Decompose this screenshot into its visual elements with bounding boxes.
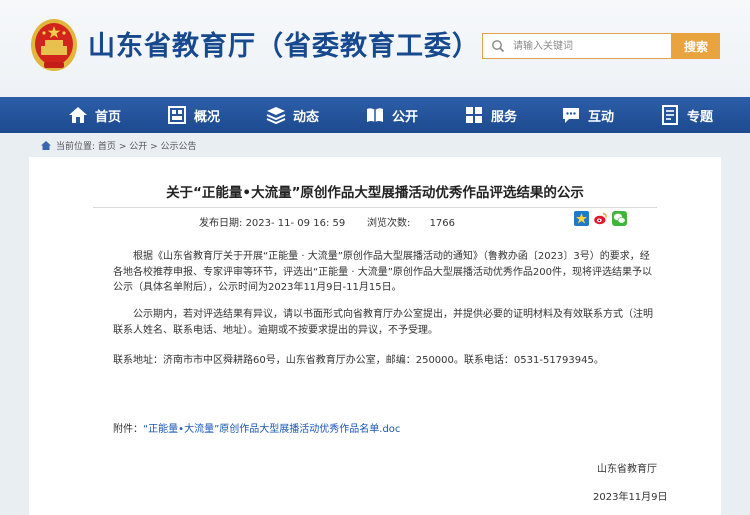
breadcrumb-prefix: 当前位置: (56, 142, 96, 152)
weibo-icon[interactable] (593, 211, 608, 226)
site-title: 山东省教育厅（省委教育工委） (88, 31, 480, 62)
article-paragraph-2: 公示期内，若对评选结果有异议，请以书面形式向省教育厅办公室提出，并提供必要的证明… (113, 309, 653, 336)
nav-item-public[interactable]: 公开 (365, 97, 418, 133)
sign-date: 2023年11月9日 (593, 492, 668, 503)
publish-value: 2023- 11- 09 16: 59 (245, 218, 346, 229)
nav-label: 概况 (194, 109, 221, 125)
contact-info: 联系地址：济南市市中区舜耕路60号，山东省教育厅办公室，邮编：250000。联系… (113, 355, 604, 366)
nav-item-topics[interactable]: 专题 (660, 97, 713, 133)
view-count: 浏览次数: 1766 (367, 214, 455, 229)
breadcrumb-item-notices[interactable]: 公示公告 (161, 142, 197, 152)
publish-date: 发布日期: 2023- 11- 09 16: 59 (199, 214, 345, 229)
chat-icon (563, 108, 579, 123)
site-header: 山东省教育厅（省委教育工委） 搜索 (0, 0, 750, 97)
breadcrumb-separator: > (150, 142, 161, 152)
breadcrumb-trail: 当前位置: 首页 > 公开 > 公示公告 (56, 139, 197, 152)
document-icon (662, 105, 678, 125)
nav-item-overview[interactable]: 概况 (167, 97, 220, 133)
breadcrumb: 当前位置: 首页 > 公开 > 公示公告 (0, 133, 750, 157)
national-emblem-icon (31, 19, 77, 71)
attachment-link[interactable]: “正能量•大流量”原创作品大型展播活动优秀作品名单.doc (143, 424, 400, 435)
title-divider (93, 207, 657, 208)
publish-label: 发布日期: (199, 218, 243, 229)
nav-label: 公开 (392, 109, 419, 125)
breadcrumb-item-public[interactable]: 公开 (129, 142, 147, 152)
search-box (482, 33, 672, 59)
article-title: 关于“正能量•大流量”原创作品大型展播活动优秀作品评选结果的公示 (166, 185, 584, 201)
article-paragraph-1: 根据《山东省教育厅关于开展“正能量 · 大流量”原创作品大型展播活动的通知》（鲁… (113, 251, 652, 293)
home-icon (69, 107, 87, 123)
star-icon[interactable] (574, 211, 589, 226)
grid-icon (466, 107, 482, 123)
book-icon (367, 108, 383, 122)
nav-item-news[interactable]: 动态 (266, 97, 319, 133)
home-small-icon (41, 141, 51, 150)
wechat-icon[interactable] (612, 211, 627, 226)
search-icon (492, 40, 505, 53)
attachment-label: 附件： (113, 424, 143, 435)
signature: 山东省教育厅 (597, 464, 657, 475)
nav-label: 动态 (293, 109, 320, 125)
nav-label: 专题 (687, 109, 714, 125)
nav-label: 互动 (588, 109, 615, 125)
search-button[interactable]: 搜索 (672, 33, 720, 59)
article-panel: 关于“正能量•大流量”原创作品大型展播活动优秀作品评选结果的公示 发布日期: 2… (29, 157, 721, 515)
attachment: 附件：“正能量•大流量”原创作品大型展播活动优秀作品名单.doc (113, 420, 400, 435)
nav-item-interact[interactable]: 互动 (561, 97, 614, 133)
nav-label: 服务 (491, 109, 518, 125)
building-icon (168, 106, 186, 124)
main-nav: 首页 概况 动态 公开 服务 互动 专题 (0, 97, 750, 133)
search-input[interactable] (513, 37, 663, 55)
nav-item-service[interactable]: 服务 (464, 97, 517, 133)
layers-icon (266, 107, 286, 125)
nav-item-home[interactable]: 首页 (68, 97, 121, 133)
views-label: 浏览次数: (367, 218, 411, 229)
breadcrumb-item-home[interactable]: 首页 (98, 142, 116, 152)
breadcrumb-separator: > (118, 142, 130, 152)
views-value: 1766 (429, 218, 456, 229)
nav-label: 首页 (95, 109, 122, 125)
